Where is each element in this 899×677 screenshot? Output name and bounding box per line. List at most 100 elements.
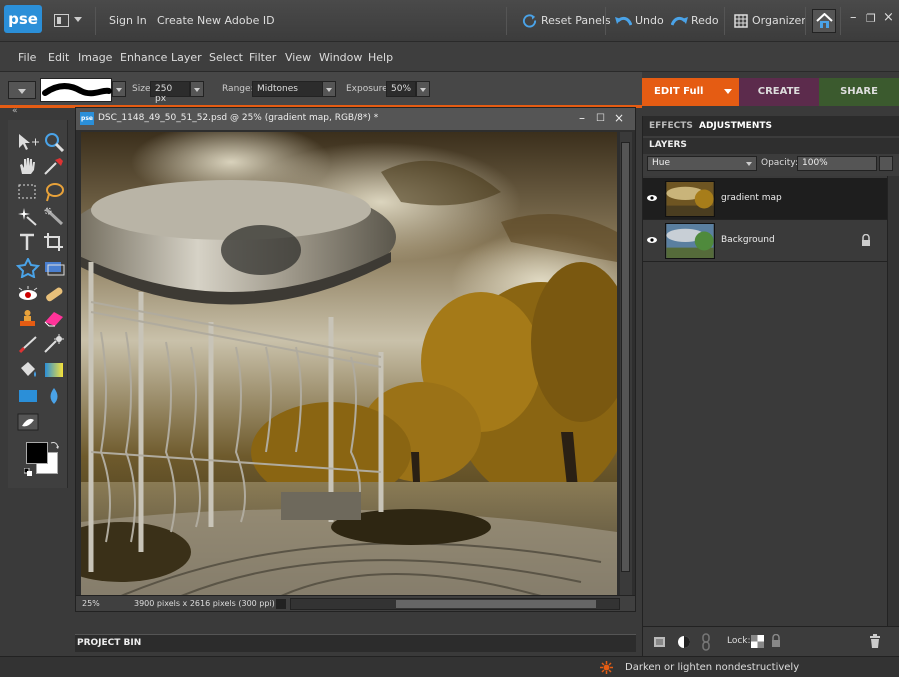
- layer-row-background[interactable]: Background: [643, 220, 887, 262]
- pencil-tool-icon[interactable]: [16, 412, 40, 432]
- vertical-scroll-thumb[interactable]: [621, 142, 630, 572]
- trash-icon[interactable]: [869, 634, 881, 648]
- home-button[interactable]: [812, 9, 836, 33]
- blur-tool-icon[interactable]: [42, 386, 66, 406]
- shape-tool-icon[interactable]: [16, 386, 40, 406]
- marquee-tool-icon[interactable]: [16, 182, 40, 202]
- foreground-color-swatch[interactable]: [26, 442, 48, 464]
- visibility-eye-icon[interactable]: [647, 235, 657, 245]
- exposure-dropdown[interactable]: [416, 81, 430, 97]
- layers-list: gradient map Background: [643, 176, 887, 626]
- panel-bin: EFFECTS ADJUSTMENTS LAYERS Hue Opacity: …: [642, 116, 899, 656]
- opacity-field[interactable]: 100%: [797, 156, 877, 171]
- collapse-left-icon[interactable]: «: [12, 106, 18, 116]
- undo-button[interactable]: Undo: [612, 12, 664, 30]
- gradient-tool-icon[interactable]: [42, 360, 66, 380]
- tab-effects[interactable]: EFFECTS: [649, 121, 693, 131]
- size-field[interactable]: 250 px: [150, 81, 190, 104]
- document-title-bar[interactable]: pse DSC_1148_49_50_51_52.psd @ 25% (grad…: [76, 108, 635, 130]
- blend-mode-select[interactable]: Hue: [647, 156, 757, 171]
- status-menu-button[interactable]: [276, 599, 286, 609]
- document-status-bar: 25% 3900 pixels x 2616 pixels (300 ppi): [76, 595, 635, 611]
- range-dropdown[interactable]: [322, 81, 336, 97]
- zoom-tool-icon[interactable]: [42, 132, 66, 152]
- edit-mode-tab[interactable]: EDIT Full: [642, 78, 739, 106]
- smart-brush-tool-icon[interactable]: [42, 334, 66, 354]
- healing-brush-tool-icon[interactable]: [42, 284, 66, 304]
- new-layer-icon[interactable]: [653, 635, 667, 649]
- quick-selection-tool-icon[interactable]: [42, 206, 66, 226]
- crop-tool-icon[interactable]: [42, 232, 66, 252]
- vertical-scrollbar[interactable]: [620, 132, 632, 596]
- redo-button[interactable]: Redo: [670, 12, 722, 30]
- organizer-button[interactable]: Organizer: [733, 12, 806, 30]
- close-window-button[interactable]: ×: [883, 10, 894, 25]
- minimize-window-button[interactable]: –: [850, 10, 857, 25]
- menu-enhance[interactable]: Enhance: [120, 51, 167, 64]
- tool-preset-button[interactable]: [8, 81, 36, 99]
- menu-select[interactable]: Select: [209, 51, 243, 64]
- menu-filter[interactable]: Filter: [249, 51, 276, 64]
- magic-wand-tool-icon[interactable]: [16, 206, 40, 226]
- adjustment-layer-icon[interactable]: [677, 635, 691, 649]
- cookie-cutter-tool-icon[interactable]: [16, 258, 40, 278]
- image-canvas[interactable]: [81, 132, 617, 596]
- size-dropdown[interactable]: [190, 81, 204, 97]
- default-colors-icon[interactable]: [24, 468, 32, 476]
- lock-icon: [862, 234, 870, 246]
- range-select[interactable]: Midtones: [252, 81, 324, 97]
- type-tool-icon[interactable]: [16, 232, 40, 252]
- exposure-field[interactable]: 50%: [386, 81, 416, 97]
- restore-window-button[interactable]: ❐: [866, 12, 876, 25]
- menu-layer[interactable]: Layer: [171, 51, 202, 64]
- lock-label: Lock:: [727, 636, 751, 646]
- brush-tool-icon[interactable]: [16, 334, 40, 354]
- reset-icon: [522, 14, 537, 28]
- lasso-tool-icon[interactable]: [42, 182, 66, 202]
- layers-panel-title: LAYERS: [649, 140, 687, 150]
- separator: [95, 7, 96, 35]
- brush-stroke-icon: [42, 83, 112, 97]
- layout-menu-button[interactable]: [54, 12, 86, 30]
- visibility-eye-icon[interactable]: [647, 193, 657, 203]
- clone-stamp-tool-icon[interactable]: [16, 308, 40, 328]
- document-maximize-button[interactable]: ☐: [596, 113, 605, 124]
- separator: [840, 7, 841, 35]
- sign-in-link[interactable]: Sign In: [109, 14, 147, 27]
- lock-transparency-icon[interactable]: [751, 635, 764, 648]
- horizontal-scroll-thumb[interactable]: [396, 600, 596, 608]
- layers-scrollbar[interactable]: [887, 176, 899, 626]
- menu-view[interactable]: View: [285, 51, 311, 64]
- menu-file[interactable]: File: [18, 51, 36, 64]
- horizontal-scrollbar[interactable]: [290, 598, 620, 610]
- menu-help[interactable]: Help: [368, 51, 393, 64]
- menu-window[interactable]: Window: [319, 51, 362, 64]
- zoom-level[interactable]: 25%: [82, 599, 100, 608]
- create-mode-tab[interactable]: CREATE: [739, 78, 819, 106]
- status-message: Darken or lighten nondestructively: [625, 662, 800, 673]
- menu-image[interactable]: Image: [78, 51, 112, 64]
- eraser-tool-icon[interactable]: [42, 308, 66, 328]
- share-mode-tab[interactable]: SHARE: [819, 78, 899, 106]
- project-bin-header[interactable]: PROJECT BIN: [75, 634, 636, 652]
- lock-all-icon[interactable]: [771, 634, 781, 647]
- paint-bucket-tool-icon[interactable]: [16, 360, 40, 380]
- document-minimize-button[interactable]: –: [579, 111, 585, 125]
- eyedropper-tool-icon[interactable]: [42, 156, 66, 176]
- document-close-button[interactable]: ×: [614, 111, 624, 125]
- swap-colors-icon[interactable]: [50, 440, 60, 450]
- link-layers-icon[interactable]: [701, 633, 711, 651]
- brush-dropdown[interactable]: [112, 81, 126, 97]
- tab-adjustments[interactable]: ADJUSTMENTS: [699, 121, 772, 131]
- create-adobe-id-link[interactable]: Create New Adobe ID: [157, 14, 275, 27]
- straighten-tool-icon[interactable]: [42, 258, 66, 278]
- menu-edit[interactable]: Edit: [48, 51, 69, 64]
- layers-panel-header: LAYERS: [643, 138, 899, 154]
- opacity-dropdown[interactable]: [879, 156, 893, 171]
- move-tool-icon[interactable]: [16, 132, 40, 152]
- hand-tool-icon[interactable]: [16, 156, 40, 176]
- red-eye-tool-icon[interactable]: [16, 284, 40, 304]
- layer-row-gradient-map[interactable]: gradient map: [643, 178, 887, 220]
- app-logo: pse: [4, 5, 42, 33]
- brush-preview[interactable]: [40, 78, 112, 102]
